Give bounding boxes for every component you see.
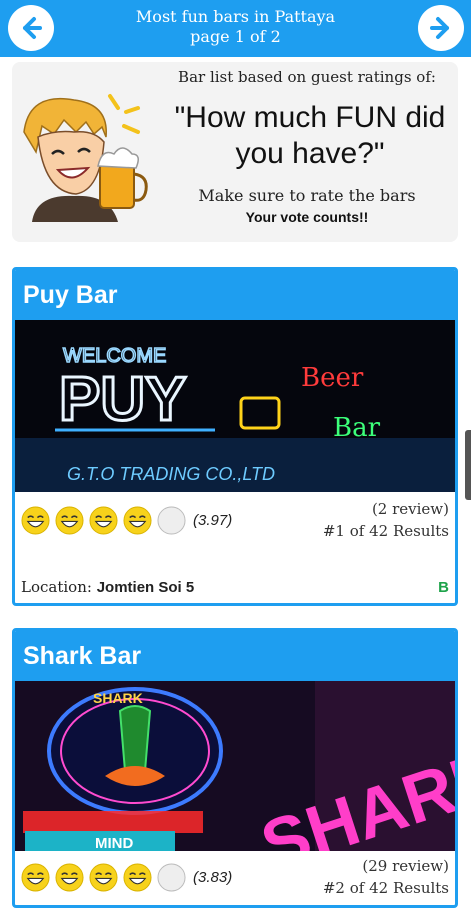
smiley-face-icon [123, 506, 152, 535]
bar-card[interactable]: Shark Bar SHARK MIND SHARK (3.83) (29 re… [12, 628, 458, 908]
sign-beer: Beer [301, 363, 364, 393]
rating-score: (3.83) [193, 869, 233, 886]
mascot-cheers-icon [23, 94, 148, 222]
bar-photo[interactable]: SHARK MIND SHARK [15, 681, 455, 851]
smiley-face-icon [55, 863, 84, 892]
title-line-1: Most fun bars in Pattaya [135, 7, 336, 26]
empty-face-icon [157, 863, 186, 892]
smiley-face-icon [21, 506, 50, 535]
rank-text: #2 of 42 Results [322, 879, 449, 897]
smiley-face-icon [89, 863, 118, 892]
location-row: Location: Jomtien Soi 5 B [15, 552, 455, 603]
rank-text: #1 of 42 Results [322, 522, 449, 540]
arrow-left-icon [23, 17, 42, 39]
smiley-face-icon [89, 506, 118, 535]
page-title: Most fun bars in Pattaya page 1 of 2 [70, 7, 401, 47]
bar-name[interactable]: Shark Bar [15, 631, 455, 681]
back-button[interactable] [8, 5, 54, 51]
bar-name[interactable]: Puy Bar [15, 270, 455, 320]
smiley-face-icon [55, 506, 84, 535]
sign-mind: MIND [95, 835, 133, 851]
rating-row: (3.97) (2 review) #1 of 42 Results [15, 492, 455, 552]
promo-rate-hint: Make sure to rate the bars [198, 186, 416, 205]
promo-vote-note: Your vote counts!! [245, 209, 369, 225]
review-count: (2 review) [371, 500, 449, 518]
review-summary: (29 review) #2 of 42 Results [323, 855, 449, 899]
scrollbar-thumb[interactable] [465, 430, 471, 500]
location-value: Jomtien Soi 5 [96, 579, 195, 596]
rating-row: (3.83) (29 review) #2 of 42 Results [15, 851, 455, 905]
sign-brand: PUY [59, 365, 186, 434]
promo-quote: "How much FUN did you have?" [174, 101, 446, 170]
location-label: Location: [21, 578, 92, 596]
title-line-2: page 1 of 2 [190, 27, 281, 46]
bar-card[interactable]: Puy Bar WELCOME PUY Beer Bar G.T.O TRADI… [12, 267, 458, 606]
empty-face-icon [157, 506, 186, 535]
arrow-right-icon [430, 17, 449, 39]
price-indicator: B [438, 579, 449, 596]
sign-footer: G.T.O TRADING CO.,LTD [67, 464, 275, 484]
sign-welcome: WELCOME [63, 345, 166, 367]
sign-bar: Bar [333, 413, 381, 443]
smiley-face-icon [123, 863, 152, 892]
promo-panel: Bar list based on guest ratings of: "How… [12, 62, 458, 242]
rating-faces[interactable] [21, 863, 186, 892]
promo-subtitle: Bar list based on guest ratings of: [178, 68, 436, 86]
sign-shark-arc: SHARK [93, 690, 143, 706]
rating-score: (3.97) [193, 512, 233, 529]
review-count: (29 review) [362, 857, 449, 875]
smiley-face-icon [21, 863, 50, 892]
forward-button[interactable] [418, 5, 464, 51]
top-bar: Most fun bars in Pattaya page 1 of 2 [0, 0, 471, 57]
location: Location: Jomtien Soi 5 [21, 578, 194, 596]
rating-faces[interactable] [21, 506, 186, 535]
bar-photo[interactable]: WELCOME PUY Beer Bar G.T.O TRADING CO.,L… [15, 320, 455, 492]
review-summary: (2 review) #1 of 42 Results [323, 498, 449, 542]
